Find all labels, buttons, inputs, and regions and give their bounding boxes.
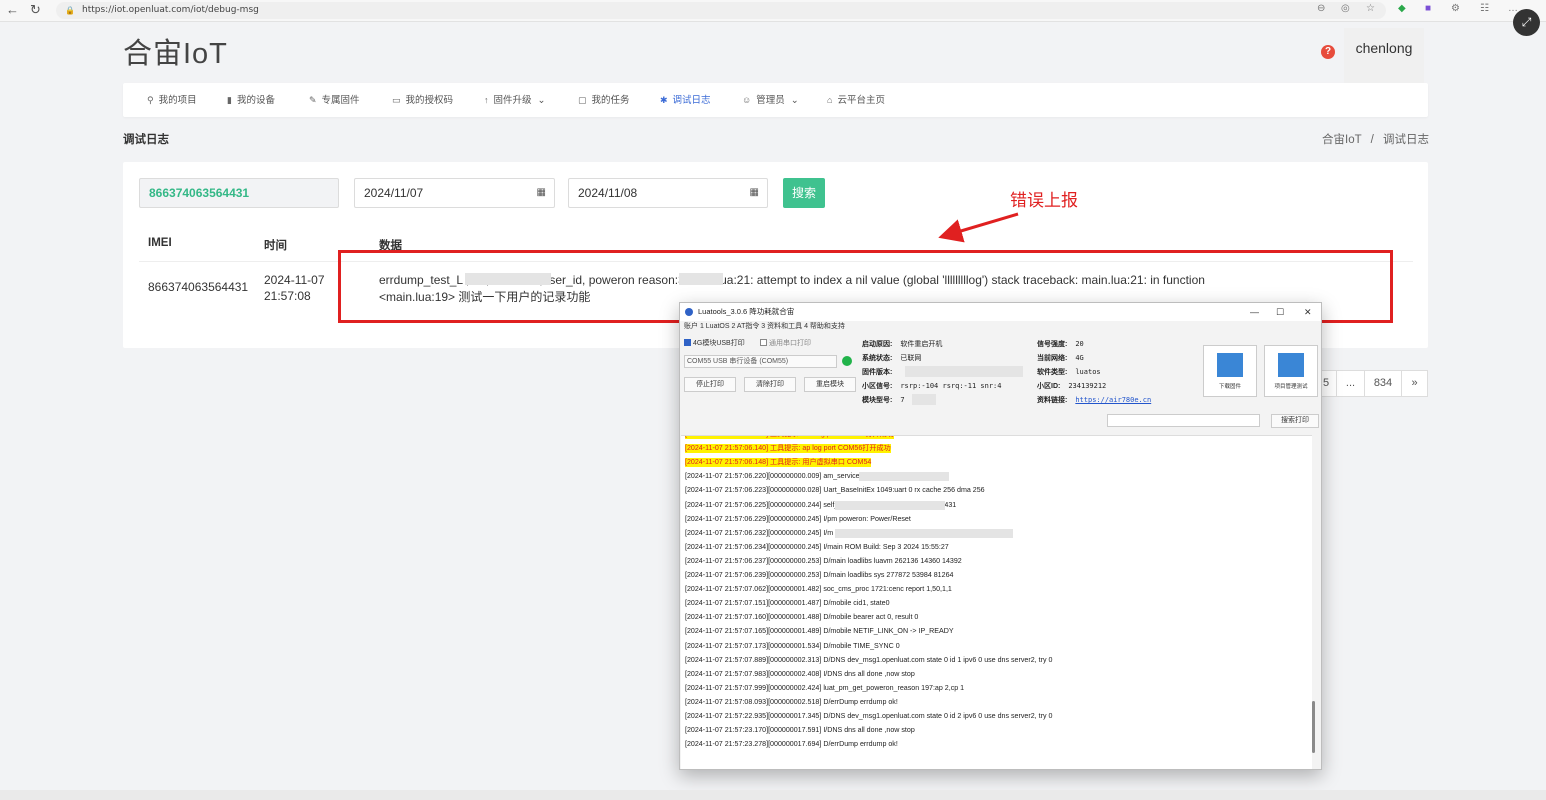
log-line: [2024-11-07 21:57:06.234][000000000.245]… — [685, 542, 949, 551]
info-value: 4G — [1075, 354, 1084, 362]
checkbox-label: 4G模块USB打印 — [693, 340, 745, 347]
download-icon — [1217, 353, 1243, 377]
usb-print-checkbox[interactable]: 4G模块USB打印 — [684, 338, 745, 348]
info-label: 信号强度: — [1037, 341, 1068, 348]
minimize-icon[interactable]: — — [1250, 303, 1259, 321]
info-value: rsrp:-104 rsrq:-11 snr:4 — [900, 382, 1002, 390]
luatools-logo-icon — [685, 308, 693, 316]
info-value: 7 — [900, 396, 905, 404]
close-icon[interactable]: ✕ — [1304, 303, 1312, 321]
luatools-titlebar[interactable]: Luatools_3.0.6 降功耗就合宙 — ☐ ✕ — [680, 303, 1321, 321]
cell-signal: 小区信号: rsrp:-104 rsrq:-11 snr:4 — [862, 381, 1002, 391]
log-line: [2024-11-07 21:57:07.889][000000002.313]… — [685, 655, 1053, 664]
project-manager-button[interactable]: 项目管理测试 — [1264, 345, 1318, 397]
log-line: [2024-11-07 21:57:06.148] 工具提示: 用户虚拟串口 C… — [685, 458, 872, 468]
info-label: 启动原因: — [862, 341, 893, 348]
search-print-button[interactable]: 搜索打印 — [1271, 414, 1319, 428]
cell-id: 小区ID: 234139212 — [1037, 381, 1106, 391]
info-label: 系统状态: — [862, 355, 893, 362]
log-line: [2024-11-07 21:57:06.229][000000000.245]… — [685, 514, 911, 523]
log-line: [2024-11-07 21:57:07.173][000000001.534]… — [685, 641, 900, 650]
luatools-window: Luatools_3.0.6 降功耗就合宙 — ☐ ✕ 账户 1 LuatOS … — [679, 302, 1322, 770]
clear-print-button[interactable]: 清除打印 — [744, 377, 796, 392]
firmware-version: 固件版本: — [862, 367, 900, 377]
log-line: [2024-11-07 21:57:06.140] 工具提示: ap log p… — [685, 444, 891, 454]
info-label: 小区ID: — [1037, 383, 1061, 390]
info-label: 软件类型: — [1037, 369, 1068, 376]
luatools-title: Luatools_3.0.6 降功耗就合宙 — [698, 307, 795, 316]
download-firmware-button[interactable]: 下载固件 — [1203, 345, 1257, 397]
log-line: [2024-11-07 21:57:06.050] 工具提示: soc log … — [685, 436, 894, 439]
monitor-icon — [1278, 353, 1304, 377]
current-network: 当前网络: 4G — [1037, 353, 1084, 363]
docs-link-anchor[interactable]: https://air780e.cn — [1075, 396, 1151, 404]
info-label: 当前网络: — [1037, 355, 1068, 362]
module-model: 模块型号: 7 — [862, 395, 905, 405]
redaction — [912, 394, 936, 405]
log-line: [2024-11-07 21:57:06.239][000000000.253]… — [685, 571, 954, 579]
redaction — [835, 528, 1013, 538]
log-filter-combo[interactable] — [1107, 414, 1260, 427]
log-line: [2024-11-07 21:57:07.151][000000001.487]… — [685, 599, 890, 608]
page-footer — [0, 790, 1546, 800]
boot-reason: 启动原因: 软件重启开机 — [862, 339, 942, 349]
log-line: [2024-11-07 21:57:06.232][000000000.245]… — [685, 528, 847, 537]
log-line: [2024-11-07 21:57:22.935][000000017.345]… — [685, 712, 1053, 720]
uart-print-checkbox[interactable]: 通用串口打印 — [760, 338, 811, 348]
log-line: [2024-11-07 21:57:23.278][000000017.694]… — [685, 740, 898, 749]
log-line: [2024-11-07 21:57:07.983][000000002.408]… — [685, 669, 915, 678]
info-label: 固件版本: — [862, 369, 893, 376]
stop-print-button[interactable]: 停止打印 — [684, 377, 736, 392]
checkbox-label: 通用串口打印 — [769, 340, 811, 347]
info-value: luatos — [1075, 368, 1101, 376]
log-line: [2024-11-07 21:57:06.223][000000000.028]… — [685, 486, 985, 495]
checkbox-checked-icon — [684, 339, 691, 346]
log-line: [2024-11-07 21:57:07.165][000000001.489]… — [685, 627, 954, 636]
connection-status-icon — [842, 356, 852, 366]
bigbtn-label: 下载固件 — [1218, 384, 1241, 390]
redaction — [859, 472, 949, 482]
log-output[interactable]: [2024-11-07 21:57:06.050] 工具提示: soc log … — [681, 435, 1312, 769]
luatools-menubar[interactable]: 账户 1 LuatOS 2 AT指令 3 资料和工具 4 帮助和支持 — [684, 321, 845, 333]
info-value: 已联网 — [900, 354, 922, 362]
info-value: 软件重启开机 — [900, 340, 943, 348]
log-line: [2024-11-07 21:57:08.093][000000002.518]… — [685, 697, 898, 706]
signal-strength: 信号强度: 20 — [1037, 339, 1084, 349]
checkbox-unchecked-icon — [760, 339, 767, 346]
redaction — [835, 500, 945, 510]
maximize-icon[interactable]: ☐ — [1276, 303, 1284, 321]
restart-module-button[interactable]: 重启模块 — [804, 377, 856, 392]
info-value: 20 — [1075, 340, 1084, 348]
system-state: 系统状态: 已联网 — [862, 353, 921, 363]
bigbtn-label: 项目管理测试 — [1274, 384, 1308, 390]
software-type: 软件类型: luatos — [1037, 367, 1101, 377]
info-value: 234139212 — [1068, 382, 1107, 390]
log-line: [2024-11-07 21:57:07.062][000000001.482]… — [685, 585, 952, 594]
docs-link: 资料链接: https://air780e.cn — [1037, 395, 1151, 405]
log-line: [2024-11-07 21:57:07.999][000000002.424]… — [685, 683, 965, 692]
log-line: [2024-11-07 21:57:23.170][000000017.591]… — [685, 726, 915, 735]
log-line: [2024-11-07 21:57:06.220][000000000.009]… — [685, 472, 875, 481]
info-label: 模块型号: — [862, 397, 893, 404]
redaction — [905, 366, 1023, 377]
log-line: [2024-11-07 21:57:06.237][000000000.253]… — [685, 556, 962, 565]
log-scrollbar[interactable] — [1312, 701, 1315, 753]
info-label: 资料链接: — [1037, 397, 1068, 404]
info-label: 小区信号: — [862, 383, 893, 390]
annotation-arrow-top — [938, 212, 1019, 243]
port-select[interactable]: COM55 USB 串行设备 (COM55) — [684, 355, 837, 368]
log-line: [2024-11-07 21:57:07.160][000000001.488]… — [685, 613, 919, 622]
